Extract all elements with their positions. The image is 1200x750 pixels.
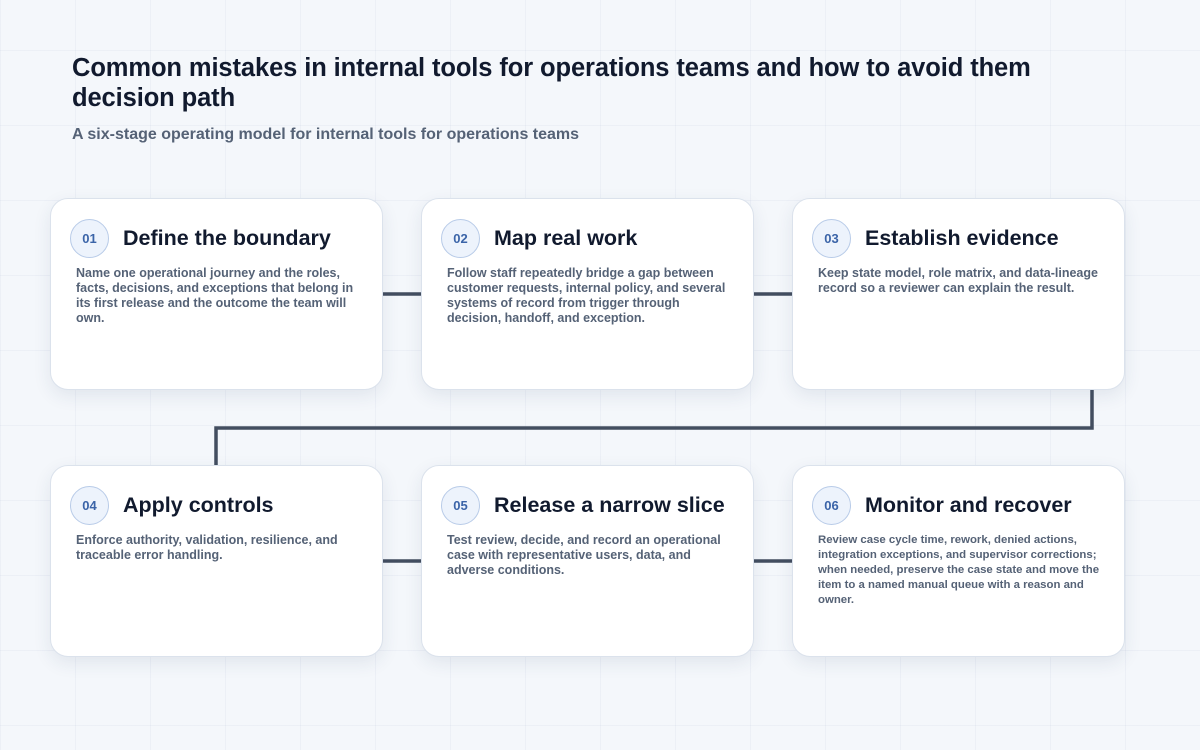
stage-number-badge: 05 — [441, 485, 480, 525]
stage-card-04: 04 Apply controls Enforce authority, val… — [50, 465, 383, 657]
stage-title: Map real work — [494, 225, 638, 250]
stage-title: Release a narrow slice — [494, 492, 725, 517]
stage-description: Enforce authority, validation, resilienc… — [76, 533, 338, 562]
stage-number-badge: 01 — [70, 218, 109, 258]
stage-card-header: 02 Map real work — [441, 218, 741, 258]
stage-number-badge: 02 — [441, 218, 480, 258]
stage-title: Establish evidence — [865, 225, 1059, 250]
stage-card-header: 04 Apply controls — [70, 485, 370, 525]
stage-card-header: 06 Monitor and recover — [812, 485, 1112, 525]
stage-number-badge: 03 — [812, 218, 851, 258]
stage-card-header: 05 Release a narrow slice — [441, 485, 741, 525]
stage-card-01: 01 Define the boundary Name one operatio… — [50, 198, 383, 390]
stage-description: Name one operational journey and the rol… — [76, 266, 354, 325]
connector-03-04 — [214, 388, 1094, 466]
stage-description: Follow staff repeatedly bridge a gap bet… — [447, 266, 726, 325]
stage-card-header: 03 Establish evidence — [812, 218, 1112, 258]
stage-card-05: 05 Release a narrow slice Test review, d… — [421, 465, 754, 657]
stage-card-02: 02 Map real work Follow staff repeatedly… — [421, 198, 754, 390]
stage-title: Apply controls — [123, 492, 274, 517]
stage-title: Monitor and recover — [865, 492, 1072, 517]
stage-card-06: 06 Monitor and recover Review case cycle… — [792, 465, 1125, 657]
stage-card-03: 03 Establish evidence Keep state model, … — [792, 198, 1125, 390]
stage-description: Test review, decide, and record an opera… — [447, 533, 721, 577]
stage-number-badge: 06 — [812, 485, 851, 525]
stage-number-badge: 04 — [70, 485, 109, 525]
stage-description: Keep state model, role matrix, and data-… — [818, 266, 1098, 295]
stage-title: Define the boundary — [123, 225, 331, 250]
stage-description: Review case cycle time, rework, denied a… — [818, 534, 1100, 606]
stage-card-header: 01 Define the boundary — [70, 218, 370, 258]
